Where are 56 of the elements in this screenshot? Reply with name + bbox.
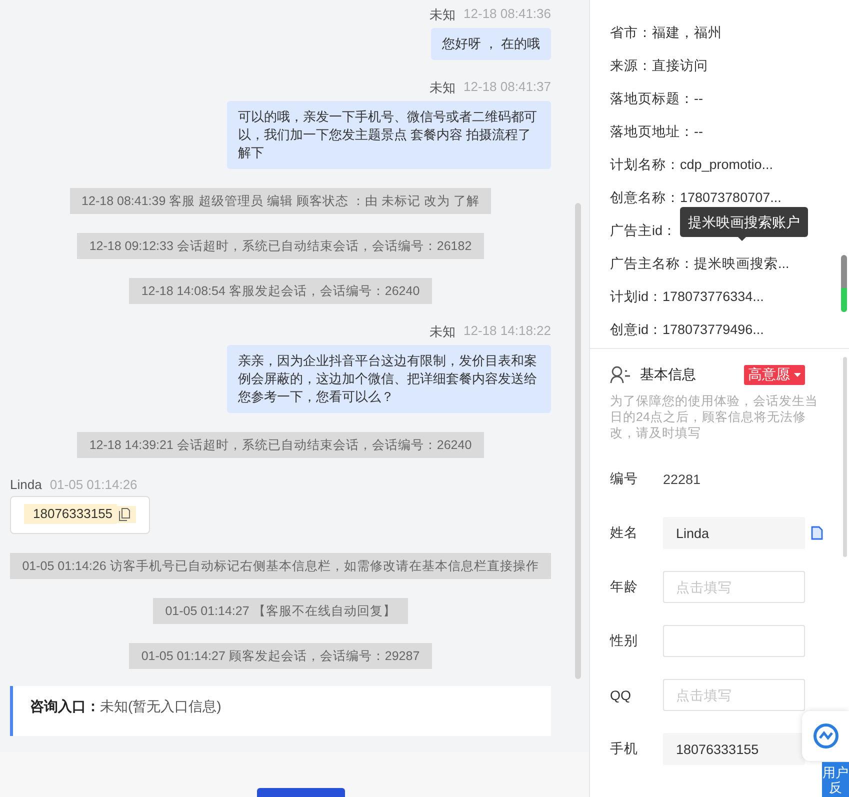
message-bubble: 您好呀 ， 在的哦	[430, 28, 551, 60]
caret-icon	[794, 373, 801, 377]
detail-item: 广告主名称：提米映画搜索...	[610, 255, 790, 273]
input-field[interactable]	[663, 625, 805, 657]
input-field[interactable]: 点击填写	[663, 571, 805, 603]
system-notice: 12-18 14:39:21 会话超时，系统已自动结束会话，会话编号：26240	[77, 432, 484, 458]
copy-icon[interactable]	[116, 506, 136, 522]
message-time: 12-18 08:41:36	[464, 6, 551, 23]
sender-name: Linda	[10, 477, 42, 492]
field-label: 姓名	[610, 524, 639, 542]
info-value: 未知(暂无入口信息)	[100, 698, 222, 714]
field-label: QQ	[610, 688, 632, 702]
message-bubble: 可以的哦，亲发一下手机号、微信号或者二维码都可以，我们加一下您发主题景点 套餐内容 拍摄流程了解下	[227, 101, 551, 169]
intent-dropdown[interactable]: 高意愿	[744, 365, 805, 385]
input-field[interactable]: Linda	[663, 517, 805, 549]
field-label: 性别	[610, 632, 639, 650]
detail-item: 创意名称：178073780707...	[610, 189, 782, 207]
message-bubble: 亲亲，因为企业抖音平台这边有限制，发价目表和案例会屏蔽的，这边加个微信、把详细套餐内容发送给您参考一下，您看可以么？	[227, 345, 551, 413]
info-label: 咨询入口：	[30, 698, 100, 714]
phone-number: 18076333155	[24, 504, 117, 524]
detail-item: 省市：福建，福州	[610, 24, 722, 42]
system-notice: 12-18 08:41:39 客服 超级管理员 编辑 顾客状态 ：由 未标记 改为 了解	[70, 188, 492, 214]
field-value: 22281	[663, 472, 701, 486]
notice-text: 为了保障您的使用体验，会话发生当日的24点之后，顾客信息将无法修改，请及时填写	[610, 393, 819, 441]
detail-item: 计划名称：cdp_promotio...	[610, 156, 774, 174]
input-field[interactable]: 18076333155	[663, 733, 805, 765]
sender-name: 未知	[430, 323, 456, 341]
message-time: 01-05 01:14:26	[50, 477, 138, 492]
floating-widget[interactable]	[802, 711, 849, 761]
logo-icon	[812, 723, 838, 749]
detail-item: 落地页地址：--	[610, 123, 703, 141]
scrollbar[interactable]	[841, 255, 847, 312]
system-notice: 01-05 01:14:27 顾客发起会话，会话编号：29287	[129, 643, 432, 669]
scrollbar[interactable]	[575, 203, 581, 679]
person-list-icon	[610, 366, 632, 384]
detail-item: 落地页标题：--	[610, 90, 703, 108]
field-label: 手机	[610, 740, 639, 758]
detail-item: 计划id：178073776334...	[610, 288, 764, 306]
sender-name: 未知	[430, 79, 456, 97]
detail-item: 广告主id：	[610, 222, 677, 240]
system-notice: 12-18 14:08:54 客服发起会话，会话编号：26240	[129, 278, 432, 304]
detail-item: 来源：直接访问	[610, 57, 708, 75]
copy-icon[interactable]	[811, 526, 823, 540]
scrollbar[interactable]	[843, 357, 847, 557]
feedback-tab[interactable]: 用户反	[822, 762, 849, 797]
detail-item: 创意id：178073779496...	[610, 321, 764, 339]
input-field[interactable]: 点击填写	[663, 679, 805, 711]
section-title: 基本信息	[640, 366, 696, 384]
system-notice: 01-05 01:14:26 访客手机号已自动标记右侧基本信息栏，如需修改请在基本信息栏直接操作	[10, 553, 551, 579]
system-notice: 12-18 09:12:33 会话超时，系统已自动结束会话，会话编号：26182	[77, 233, 484, 259]
field-label: 编号	[610, 470, 639, 488]
field-label: 年龄	[610, 578, 639, 596]
sender-name: 未知	[430, 6, 456, 24]
system-notice: 01-05 01:14:27 【客服不在线自动回复】	[153, 598, 408, 624]
message-time: 12-18 14:18:22	[464, 323, 551, 340]
message-time: 12-18 08:41:37	[464, 79, 551, 96]
